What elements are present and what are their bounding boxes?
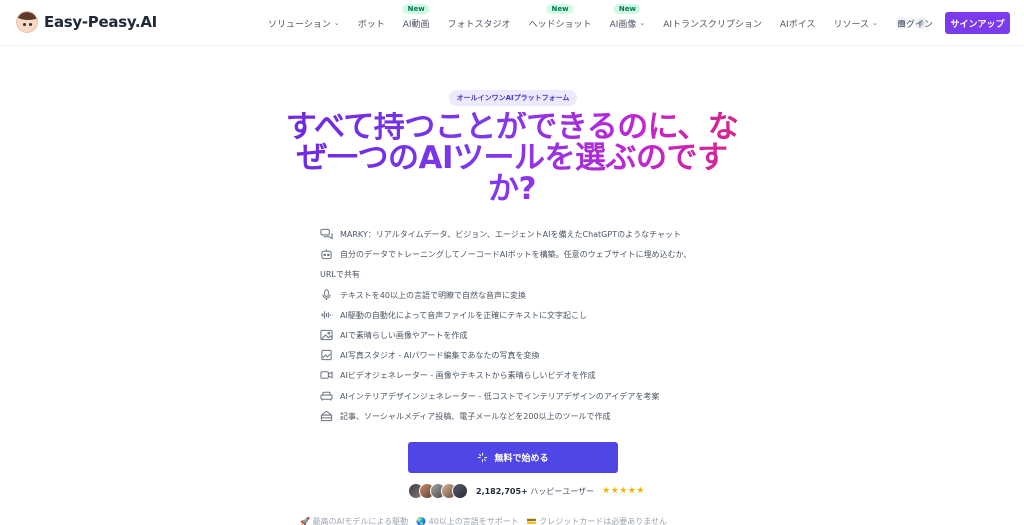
new-badge: New [613, 3, 641, 14]
microphone-icon [320, 288, 333, 301]
nav-item-label: AI動画 [402, 19, 430, 30]
nav-item-label: リソース [833, 19, 869, 30]
feature-text: AIビデオジェネレーター - 画像やテキストから素晴らしいビデオを作成 [340, 371, 596, 381]
nav-item-label: AI画像 [609, 19, 637, 30]
chat-bubbles-icon [320, 228, 333, 240]
nav-item-ai-voice[interactable]: AIボイス [780, 17, 816, 30]
feature-item: 自分のデータでトレーニングしてノーコードAIボットを構築。任意のウェブサイトに埋… [320, 248, 740, 268]
brand-name: Easy-Peasy.AI [44, 13, 157, 31]
feature-item: AI写真スタジオ - AIパワード編集であなたの写真を変換 [320, 349, 740, 369]
get-started-button[interactable]: 無料で始める [408, 442, 618, 473]
new-badge: New [546, 3, 574, 14]
feature-list: MARKY：リアルタイムデータ、ビジョン、エージェントAIを備えたChatGPT… [320, 228, 740, 430]
nav-item-headshot[interactable]: New ヘッドショット [528, 3, 592, 30]
nav-item-ai-image[interactable]: New AI画像 ⌄ [609, 3, 646, 30]
user-count: 2,182,705+ ハッピーユーザー [476, 486, 594, 497]
feature-text: AIで素晴らしい画像やアートを作成 [340, 330, 468, 340]
feature-text: 記事、ソーシャルメディア投稿、電子メールなどを200以上のツールで作成 [340, 411, 611, 421]
images-icon [320, 329, 333, 341]
chevron-down-icon: ⌄ [872, 19, 878, 27]
signup-button[interactable]: サインアップ [945, 12, 1010, 34]
platform-badge: オールインワンAIプラットフォーム [449, 90, 577, 106]
feature-text: MARKY：リアルタイムデータ、ビジョン、エージェントAIを備えたChatGPT… [340, 230, 682, 239]
nav-item-label: ボット [357, 19, 385, 30]
feature-text: AI駆動の自動化によって音声ファイルを正確にテキストに文字起こし [340, 310, 587, 320]
feature-item: AIインテリアデザインジェネレーター - 低コストでインテリアデザインのアイデア… [320, 390, 740, 410]
feature-item: AIで素晴らしい画像やアートを作成 [320, 329, 740, 349]
photo-icon [320, 349, 333, 361]
sofa-icon [320, 390, 333, 402]
hero-headline: すべて持つことができるのに、な ぜ一つのAIツールを選ぶのです か? [262, 112, 762, 205]
sparkle-icon [478, 452, 488, 463]
nav-item-label: フォトスタジオ [447, 19, 511, 30]
feature-item: 記事、ソーシャルメディア投稿、電子メールなどを200以上のツールで作成 [320, 410, 740, 430]
top-navbar: Easy-Peasy.AI ソリューション ⌄ ボット New AI動画 フォト… [0, 0, 1024, 46]
feature-item-continuation: URLで共有 [320, 270, 360, 280]
chevron-down-icon: ⌄ [639, 19, 646, 27]
chevron-down-icon: ⌄ [333, 19, 340, 27]
feature-text: テキストを40以上の言語で明瞭で自然な音声に変換 [340, 290, 526, 300]
nav-item-label: AIボイス [779, 19, 816, 30]
feature-item: AI駆動の自動化によって音声ファイルを正確にテキストに文字起こし [320, 309, 740, 329]
headline-line: か? [488, 171, 536, 207]
feature-item: AIビデオジェネレーター - 画像やテキストから素晴らしいビデオを作成 [320, 369, 740, 389]
nav-item-label: ソリューション [268, 19, 331, 30]
nav-item-label: ヘッドショット [528, 19, 592, 30]
headline-line: すべて持つことができるのに、な [285, 109, 739, 145]
nav-item-solutions[interactable]: ソリューション ⌄ [268, 17, 340, 30]
nav-item-label: AIトランスクリプション [663, 19, 762, 30]
rating-stars: ★★★★★ [602, 486, 645, 496]
feature-text: 自分のデータでトレーニングしてノーコードAIボットを構築。任意のウェブサイトに埋… [340, 250, 692, 260]
user-count-label: ハッピーユーザー [530, 486, 595, 496]
feature-item: テキストを40以上の言語で明瞭で自然な音声に変換 [320, 288, 740, 309]
waveform-icon [320, 309, 333, 321]
nav-item-resources[interactable]: リソース ⌄ [833, 17, 877, 30]
nav-item-ai-video[interactable]: New AI動画 [402, 3, 430, 30]
main-menu: ソリューション ⌄ ボット New AI動画 フォトスタジオ New ヘッドショ… [268, 0, 934, 46]
new-badge: New [402, 3, 430, 14]
headline-line: ぜ一つのAIツールを選ぶのです [296, 140, 728, 176]
bottom-feature-strip: 🚀 最高のAIモデルによる駆動 🌏 40以上の言語をサポート 💳 クレジットカー… [300, 517, 668, 525]
login-link[interactable]: ログイン [897, 17, 933, 30]
bot-icon [320, 248, 333, 260]
nav-item-ai-transcription[interactable]: AIトランスクリプション [663, 17, 762, 30]
feature-text: AI写真スタジオ - AIパワード編集であなたの写真を変換 [340, 351, 540, 361]
social-proof: 2,182,705+ ハッピーユーザー ★★★★★ [408, 482, 645, 500]
avatar [452, 483, 468, 499]
user-count-number: 2,182,705+ [476, 486, 528, 496]
user-avatars [408, 483, 468, 499]
stack-icon [320, 410, 333, 422]
video-icon [320, 369, 333, 381]
feature-item: MARKY：リアルタイムデータ、ビジョン、エージェントAIを備えたChatGPT… [320, 228, 740, 248]
brand-logo[interactable]: Easy-Peasy.AI [16, 11, 157, 33]
mascot-logo-icon [16, 11, 38, 33]
cta-label: 無料で始める [494, 454, 549, 464]
nav-item-photo-studio[interactable]: フォトスタジオ [448, 17, 511, 30]
nav-item-bots[interactable]: ボット [358, 17, 385, 30]
feature-text: AIインテリアデザインジェネレーター - 低コストでインテリアデザインのアイデア… [340, 391, 660, 401]
